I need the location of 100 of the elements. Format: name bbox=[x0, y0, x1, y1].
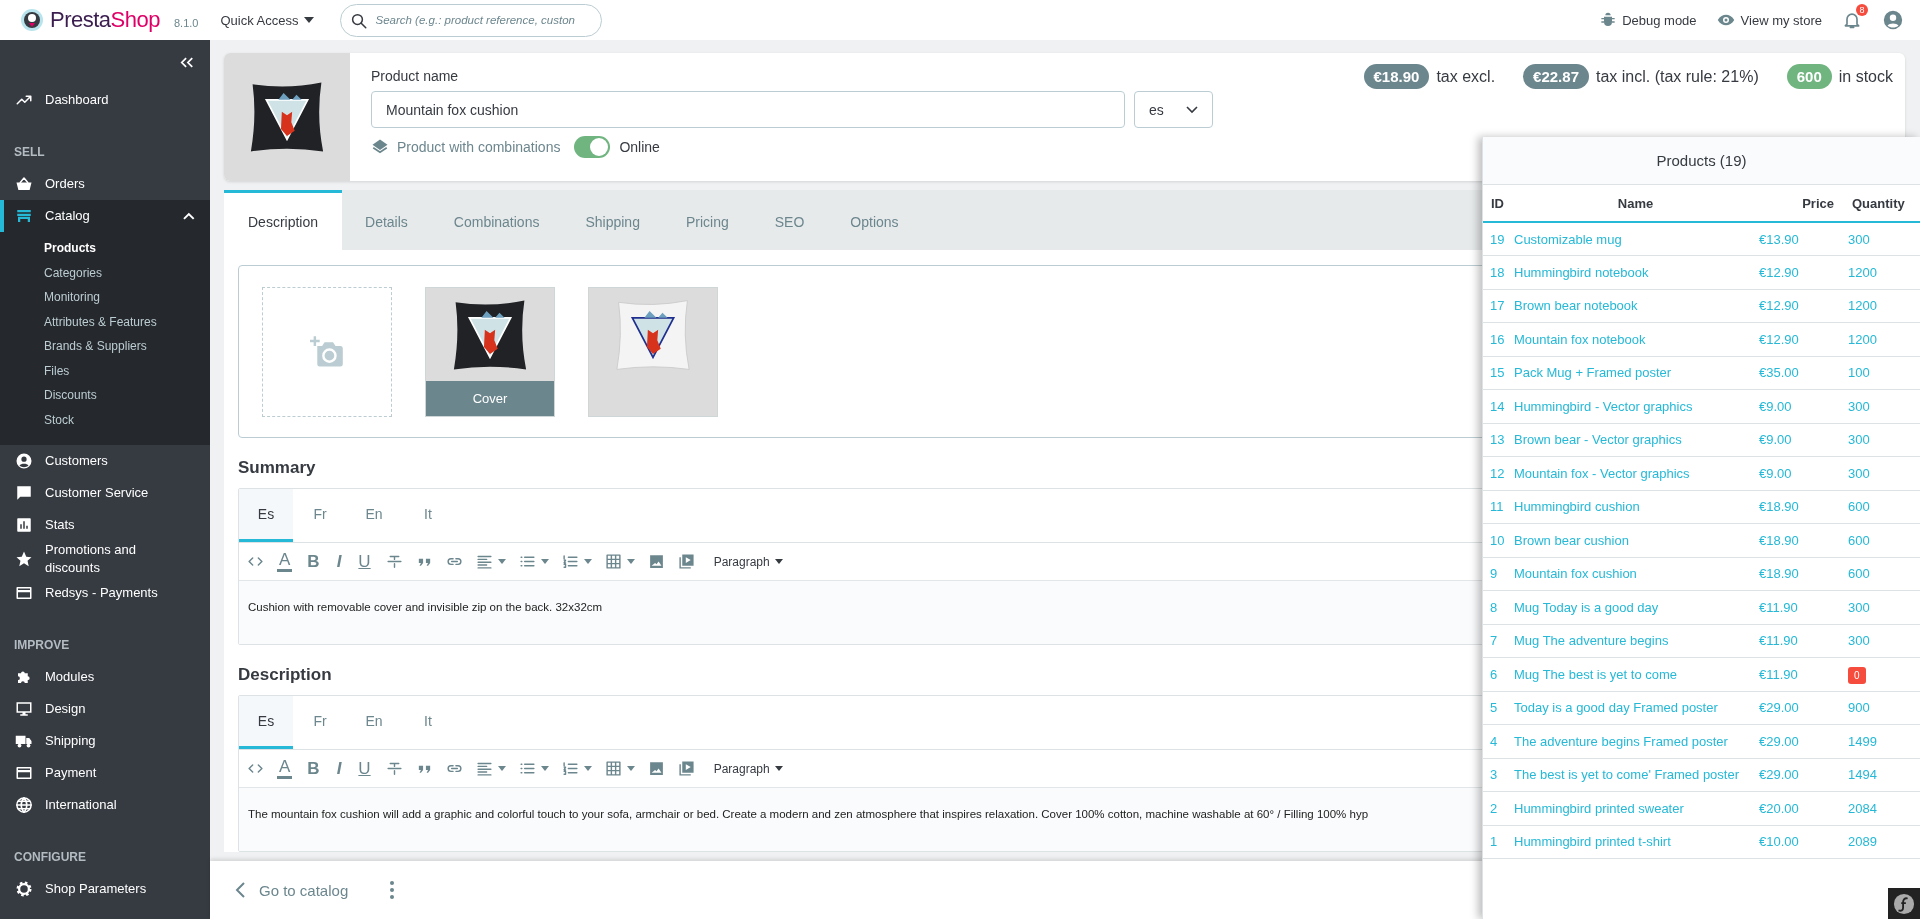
text-color-button[interactable]: A bbox=[277, 551, 293, 572]
strikethrough-icon[interactable] bbox=[385, 553, 403, 570]
sidebar-item[interactable]: Customers bbox=[0, 445, 210, 477]
caret-icon[interactable] bbox=[583, 766, 592, 771]
product-link[interactable]: Customizable mug bbox=[1514, 231, 1622, 247]
underline-button[interactable]: U bbox=[356, 552, 373, 571]
language-tab[interactable]: It bbox=[401, 696, 455, 749]
submenu-item[interactable]: Discounts bbox=[44, 383, 97, 408]
account-icon[interactable] bbox=[1882, 9, 1904, 31]
bold-button[interactable]: B bbox=[305, 759, 322, 778]
view-store-link[interactable]: View my store bbox=[1716, 11, 1822, 29]
product-link[interactable]: Pack Mug + Framed poster bbox=[1514, 365, 1672, 381]
search-field[interactable]: Search (e.g.: product reference, custon bbox=[340, 3, 603, 37]
sidebar-item[interactable]: Shop Parameters bbox=[0, 873, 210, 905]
caret-icon[interactable] bbox=[540, 766, 549, 771]
align-left-icon[interactable] bbox=[475, 760, 493, 777]
tab[interactable]: Combinations bbox=[430, 190, 563, 250]
sidebar-item[interactable]: Payment bbox=[0, 757, 210, 789]
submenu-item[interactable]: Products bbox=[44, 236, 96, 261]
add-image-tile[interactable] bbox=[262, 287, 392, 417]
italic-button[interactable]: I bbox=[334, 759, 344, 778]
text-color-button[interactable]: A bbox=[277, 758, 293, 779]
language-tab[interactable]: En bbox=[347, 489, 401, 542]
submenu-item[interactable]: Brands & Suppliers bbox=[44, 334, 147, 359]
product-link[interactable]: Mountain fox cushion bbox=[1514, 566, 1637, 582]
caret-icon[interactable] bbox=[583, 559, 592, 564]
align-left-icon[interactable] bbox=[475, 553, 493, 570]
caret-icon[interactable] bbox=[497, 559, 506, 564]
sidebar-item[interactable]: Shipping bbox=[0, 725, 210, 757]
sidebar-item[interactable]: Catalog bbox=[0, 200, 210, 232]
product-link[interactable]: Mug The adventure begins bbox=[1514, 633, 1669, 649]
language-tab[interactable]: Es bbox=[239, 489, 293, 542]
image-icon[interactable] bbox=[647, 760, 665, 777]
sidebar-item[interactable]: Design bbox=[0, 693, 210, 725]
video-icon[interactable] bbox=[677, 553, 695, 570]
image-tile[interactable]: Cover bbox=[425, 287, 555, 417]
product-link[interactable]: Today is a good day Framed poster bbox=[1514, 700, 1718, 716]
quick-access-menu[interactable]: Quick Access bbox=[220, 12, 315, 28]
product-link[interactable]: Hummingbird - Vector graphics bbox=[1514, 398, 1693, 414]
sidebar-item[interactable]: International bbox=[0, 789, 210, 821]
language-tab[interactable]: Fr bbox=[293, 489, 347, 542]
product-link[interactable]: Hummingbird cushion bbox=[1514, 499, 1640, 515]
debug-toolbar-button[interactable] bbox=[1888, 888, 1920, 919]
tab[interactable]: Options bbox=[827, 190, 922, 250]
language-select[interactable]: es bbox=[1134, 91, 1213, 128]
italic-button[interactable]: I bbox=[334, 552, 344, 571]
tab[interactable]: Shipping bbox=[562, 190, 663, 250]
double-chevron-icon[interactable] bbox=[180, 56, 194, 68]
submenu-item[interactable]: Monitoring bbox=[44, 285, 101, 310]
language-tab[interactable]: Es bbox=[239, 696, 293, 749]
table-icon[interactable] bbox=[604, 553, 622, 570]
numbered-list-icon[interactable] bbox=[561, 553, 579, 570]
submenu-item[interactable]: Attributes & Features bbox=[44, 309, 157, 334]
product-link[interactable]: Brown bear cushion bbox=[1514, 532, 1629, 548]
underline-button[interactable]: U bbox=[356, 759, 373, 778]
more-options-icon[interactable] bbox=[390, 881, 395, 899]
sidebar-item[interactable]: Promotions and discounts bbox=[0, 541, 210, 577]
product-link[interactable]: Hummingbird notebook bbox=[1514, 264, 1649, 280]
sidebar-item[interactable]: Stats bbox=[0, 509, 210, 541]
image-tile[interactable] bbox=[588, 287, 718, 417]
video-icon[interactable] bbox=[677, 760, 695, 777]
product-link[interactable]: Brown bear - Vector graphics bbox=[1514, 432, 1682, 448]
notification-bell-icon[interactable] bbox=[1842, 10, 1862, 30]
sidebar-item[interactable]: Customer Service bbox=[0, 477, 210, 509]
sidebar-item[interactable]: Redsys - Payments bbox=[0, 577, 210, 609]
product-link[interactable]: Mountain fox notebook bbox=[1514, 331, 1646, 347]
image-icon[interactable] bbox=[647, 553, 665, 570]
submenu-item[interactable]: Files bbox=[44, 358, 70, 383]
paragraph-format-dropdown[interactable]: Paragraph bbox=[707, 760, 789, 777]
language-tab[interactable]: Fr bbox=[293, 696, 347, 749]
submenu-item[interactable]: Categories bbox=[44, 260, 103, 285]
product-name-field[interactable]: Mountain fox cushion bbox=[371, 91, 1125, 128]
caret-icon[interactable] bbox=[540, 559, 549, 564]
debug-mode-link[interactable]: Debug mode bbox=[1600, 12, 1697, 28]
online-toggle[interactable] bbox=[574, 136, 611, 158]
paragraph-format-dropdown[interactable]: Paragraph bbox=[707, 553, 789, 570]
caret-icon[interactable] bbox=[626, 559, 635, 564]
tab[interactable]: Details bbox=[342, 190, 431, 250]
product-link[interactable]: Mountain fox - Vector graphics bbox=[1514, 465, 1690, 481]
sidebar-item[interactable]: Modules bbox=[0, 661, 210, 693]
numbered-list-icon[interactable] bbox=[561, 760, 579, 777]
product-link[interactable]: The best is yet to come' Framed poster bbox=[1514, 767, 1740, 783]
language-tab[interactable]: It bbox=[401, 489, 455, 542]
submenu-item[interactable]: Stock bbox=[44, 407, 74, 432]
product-link[interactable]: Hummingbird printed sweater bbox=[1514, 800, 1684, 816]
product-link[interactable]: Brown bear notebook bbox=[1514, 298, 1638, 314]
logo-wordmark[interactable]: PrestaShop bbox=[50, 7, 160, 33]
bold-button[interactable]: B bbox=[305, 552, 322, 571]
product-link[interactable]: Hummingbird printed t-shirt bbox=[1514, 834, 1671, 850]
strikethrough-icon[interactable] bbox=[385, 760, 403, 777]
sidebar-item[interactable]: Orders bbox=[0, 168, 210, 200]
product-link[interactable]: Mug Today is a good day bbox=[1514, 599, 1659, 615]
back-link[interactable]: Go to catalog bbox=[235, 881, 349, 899]
tab[interactable]: Description bbox=[224, 190, 343, 250]
caret-icon[interactable] bbox=[497, 766, 506, 771]
product-link[interactable]: Mug The best is yet to come bbox=[1514, 666, 1678, 682]
caret-icon[interactable] bbox=[626, 766, 635, 771]
tab[interactable]: Pricing bbox=[662, 190, 752, 250]
language-tab[interactable]: En bbox=[347, 696, 401, 749]
table-icon[interactable] bbox=[604, 760, 622, 777]
